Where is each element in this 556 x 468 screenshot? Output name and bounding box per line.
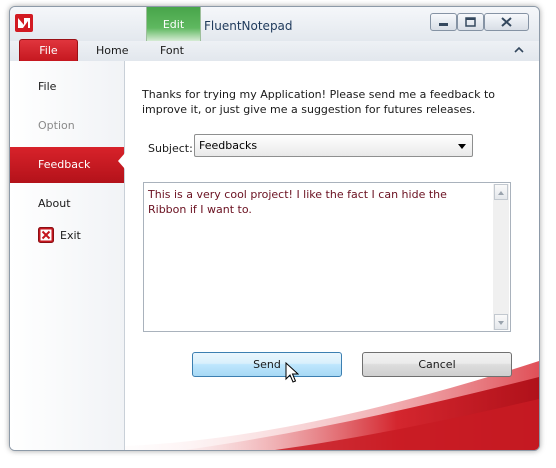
subject-label: Subject: bbox=[148, 142, 193, 155]
ribbon-tab-bar bbox=[10, 41, 539, 61]
tab-font[interactable]: Font bbox=[160, 44, 184, 57]
maximize-button[interactable] bbox=[457, 13, 484, 31]
menu-item-about[interactable]: About bbox=[10, 186, 124, 222]
subject-value: Feedbacks bbox=[199, 139, 258, 152]
close-icon bbox=[501, 17, 512, 27]
menu-item-option: Option bbox=[38, 119, 75, 132]
send-button[interactable]: Send bbox=[192, 352, 342, 377]
dropdown-arrow-icon bbox=[458, 144, 466, 149]
feedback-panel: Thanks for trying my Application! Please… bbox=[125, 61, 539, 450]
app-icon[interactable] bbox=[15, 14, 33, 32]
backstage-view: File Option Feedback About Exit Thanks f… bbox=[10, 61, 539, 450]
exit-icon bbox=[38, 227, 54, 243]
vertical-scrollbar[interactable] bbox=[493, 184, 509, 330]
window-title: FluentNotepad bbox=[204, 19, 293, 33]
menu-item-exit[interactable]: Exit bbox=[38, 227, 108, 247]
subject-dropdown[interactable]: Feedbacks bbox=[194, 134, 473, 157]
intro-text: Thanks for trying my Application! Please… bbox=[142, 88, 495, 116]
menu-item-file[interactable]: File bbox=[10, 69, 124, 105]
close-button[interactable] bbox=[484, 13, 529, 31]
app-window: Edit FluentNotepad File Home Font File O… bbox=[9, 6, 540, 451]
scroll-up-icon bbox=[498, 191, 504, 195]
contextual-group-label: Edit bbox=[162, 18, 185, 31]
maximize-icon bbox=[465, 17, 476, 27]
menu-item-feedback[interactable]: Feedback bbox=[10, 147, 124, 183]
scroll-down-button[interactable] bbox=[494, 314, 508, 330]
tab-home[interactable]: Home bbox=[96, 44, 128, 57]
minimize-button[interactable] bbox=[430, 13, 457, 31]
cancel-button[interactable]: Cancel bbox=[362, 352, 512, 377]
minimize-icon bbox=[439, 23, 448, 26]
chevron-up-icon[interactable] bbox=[513, 44, 525, 56]
file-tab[interactable]: File bbox=[19, 39, 78, 63]
exit-label: Exit bbox=[60, 229, 81, 242]
active-item-notch bbox=[118, 153, 125, 169]
message-text: This is a very cool project! I like the … bbox=[148, 188, 447, 216]
backstage-menu: File Option Feedback About Exit bbox=[10, 61, 125, 450]
mouse-pointer-icon bbox=[285, 362, 299, 383]
message-textarea[interactable]: This is a very cool project! I like the … bbox=[143, 182, 511, 332]
title-bar: Edit FluentNotepad bbox=[10, 7, 539, 67]
scroll-up-button[interactable] bbox=[494, 184, 508, 200]
scroll-down-icon bbox=[498, 321, 504, 325]
